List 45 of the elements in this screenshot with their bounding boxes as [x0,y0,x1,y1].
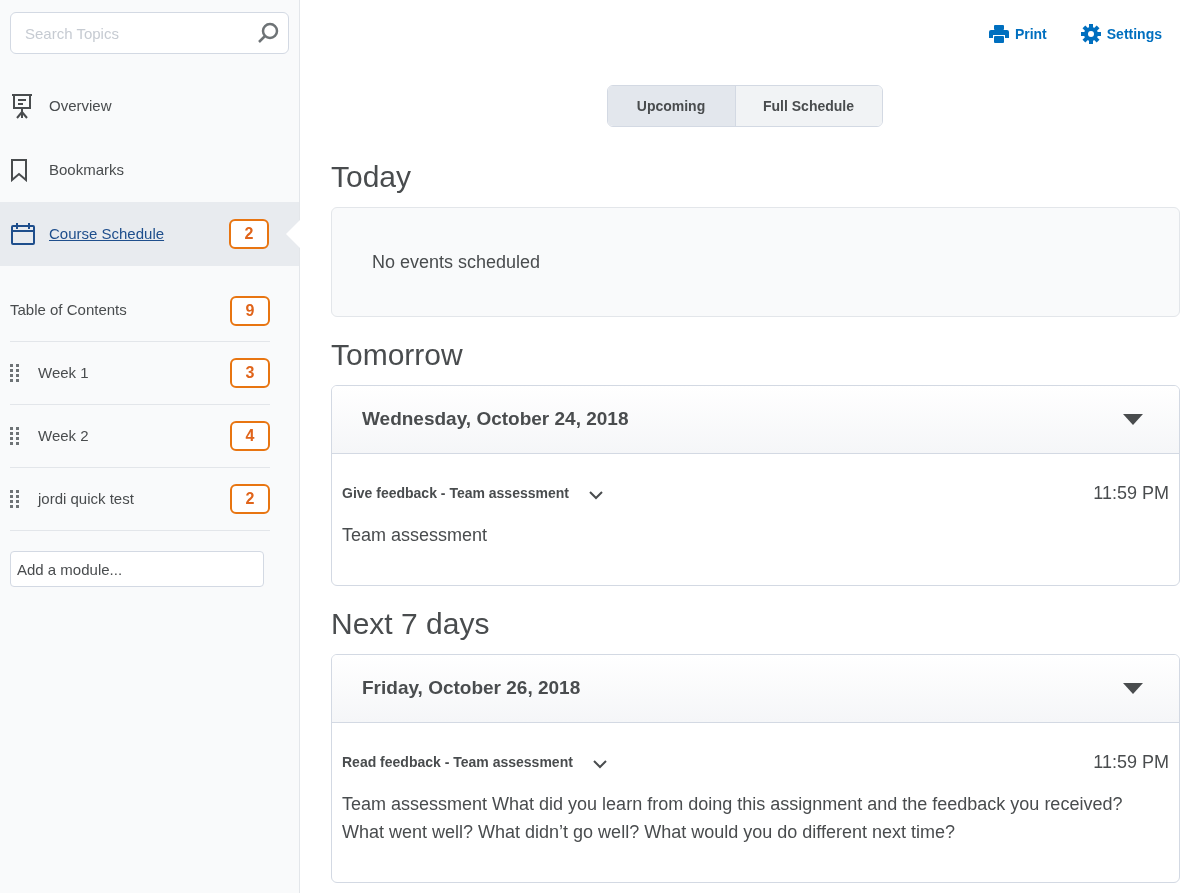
event-description: Team assessment [342,524,489,547]
print-button[interactable]: Print [988,23,1047,45]
tab[interactable]: Full Schedule [734,86,882,126]
day-header[interactable]: Friday, October 26, 2018 [332,655,1179,723]
module-item[interactable]: jordi quick test 2 [10,468,270,531]
drag-handle-icon [10,427,20,445]
count-badge: 2 [229,219,269,249]
settings-button[interactable]: Settings [1080,23,1162,45]
event-time: 11:59 PM [1093,751,1169,774]
caret-down-icon [1123,414,1143,425]
drag-handle-icon [10,364,20,382]
chevron-down-icon [592,760,607,769]
nav-item[interactable]: Course Schedule 2 [0,202,299,266]
day-date: Wednesday, October 24, 2018 [362,407,630,432]
module-item[interactable]: Week 2 4 [10,405,270,468]
table-of-contents-item[interactable]: Table of Contents 9 [10,280,270,342]
section-heading: Today [331,159,413,195]
event-time: 11:59 PM [1093,482,1169,505]
search-icon [257,22,279,44]
module-item[interactable]: Week 1 3 [10,342,270,405]
day-date: Friday, October 26, 2018 [362,676,582,701]
nav-item[interactable]: Overview [0,74,299,138]
chevron-down-icon [588,491,603,500]
add-module-field[interactable]: Add a module... [10,551,264,587]
count-badge: 4 [230,421,270,451]
settings-icon [1080,24,1101,44]
count-badge: 2 [230,484,270,514]
bookmark-icon [10,158,28,182]
printer-icon [988,25,1009,43]
event-title[interactable]: Give feedback - Team assessment [342,483,569,504]
section-heading: Tomorrow [331,337,464,373]
caret-down-icon [1123,683,1143,694]
event-description: Team assessment What did you learn from doing this assignment and the feedback you received? What went well? What didn’t go well? What would you do different next time? [342,793,1124,844]
nav-item[interactable]: Bookmarks [0,138,299,202]
calendar-icon [10,222,36,246]
section-heading: Next 7 days [331,606,491,642]
empty-message: No events scheduled [372,250,541,274]
event-title[interactable]: Read feedback - Team assessment [342,752,573,773]
presentation-easel-icon [10,93,34,119]
count-badge: 9 [230,295,270,326]
tab[interactable]: Upcoming [607,86,735,126]
search-field[interactable]: Search Topics [10,12,289,54]
drag-handle-icon [10,490,20,508]
day-header[interactable]: Wednesday, October 24, 2018 [332,386,1179,454]
count-badge: 3 [230,358,270,388]
